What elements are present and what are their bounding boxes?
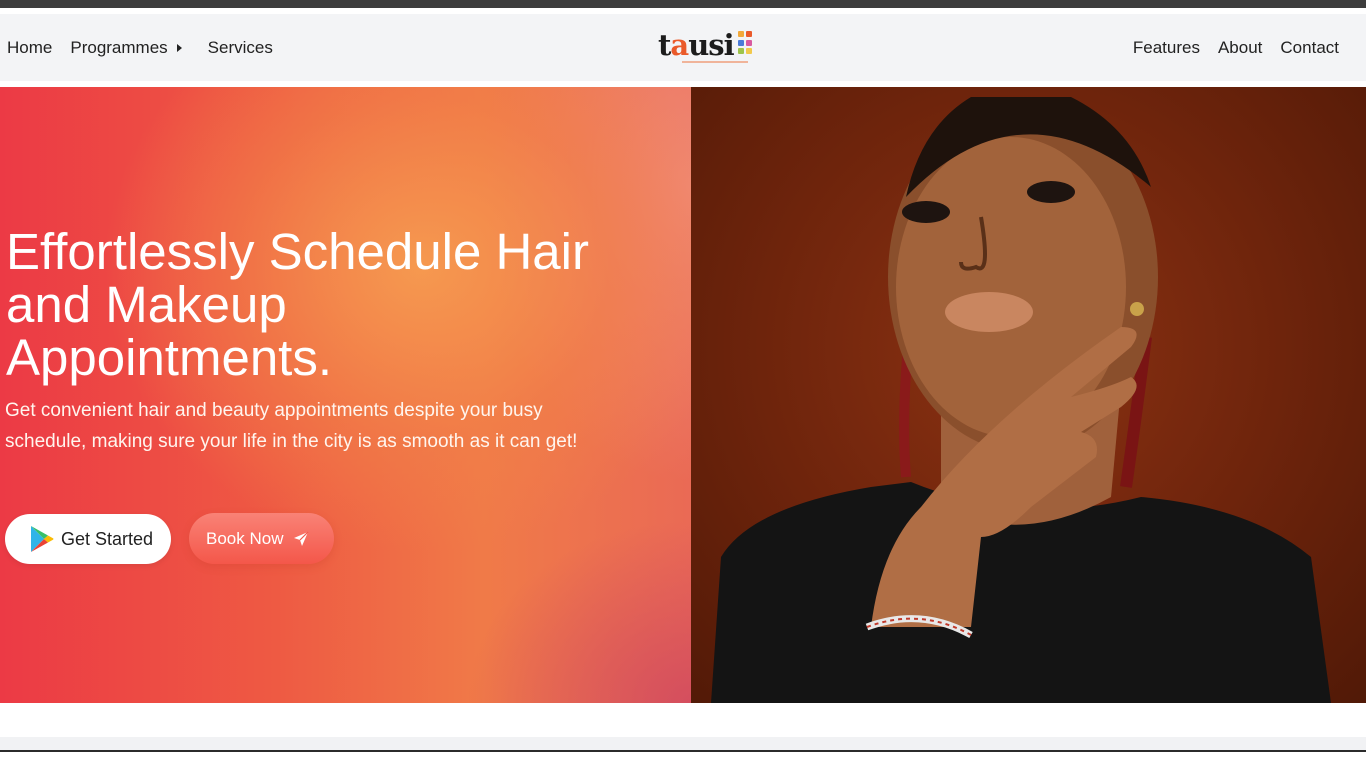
brand-logo[interactable]: tausi — [658, 28, 752, 68]
hero-content: Effortlessly Schedule Hair and Makeup Ap… — [0, 87, 691, 703]
get-started-button[interactable]: Get Started — [5, 514, 171, 564]
section-divider — [0, 737, 1366, 750]
logo-dot — [738, 31, 744, 37]
nav-link-services[interactable]: Services — [208, 38, 273, 58]
logo-dot — [738, 39, 744, 46]
logo-dot — [746, 31, 752, 37]
window-bottom-border — [0, 750, 1366, 752]
nav-link-about[interactable]: About — [1218, 38, 1262, 58]
window-top-strip — [0, 0, 1366, 8]
hero-section: Effortlessly Schedule Hair and Makeup Ap… — [0, 87, 1366, 703]
portrait-illustration — [711, 97, 1331, 703]
navbar: Home Programmes Services tausi Features … — [0, 14, 1366, 81]
nav-link-programmes-label: Programmes — [70, 37, 168, 57]
google-play-icon — [31, 526, 54, 552]
logo-dot — [746, 48, 752, 55]
logo-dot — [746, 39, 752, 46]
send-icon — [294, 531, 309, 546]
nav-link-contact[interactable]: Contact — [1280, 38, 1339, 58]
logo-tagline-mark — [682, 61, 748, 63]
nav-right: Features About Contact — [1115, 14, 1339, 81]
logo-dot — [738, 48, 744, 55]
nav-link-programmes[interactable]: Programmes — [70, 38, 189, 58]
book-now-button[interactable]: Book Now — [189, 513, 334, 564]
nav-left: Home Programmes Services — [7, 14, 291, 81]
hero-portrait-image — [691, 87, 1366, 703]
hero-subtitle: Get convenient hair and beauty appointme… — [5, 400, 578, 452]
get-started-label: Get Started — [61, 528, 154, 549]
book-now-label: Book Now — [206, 528, 284, 548]
logo-dots-icon — [738, 31, 752, 55]
nav-link-home[interactable]: Home — [7, 38, 52, 58]
nav-link-features[interactable]: Features — [1133, 38, 1200, 58]
caret-right-icon — [176, 43, 182, 52]
hero-title: Effortlessly Schedule Hair and Makeup Ap… — [6, 223, 589, 386]
